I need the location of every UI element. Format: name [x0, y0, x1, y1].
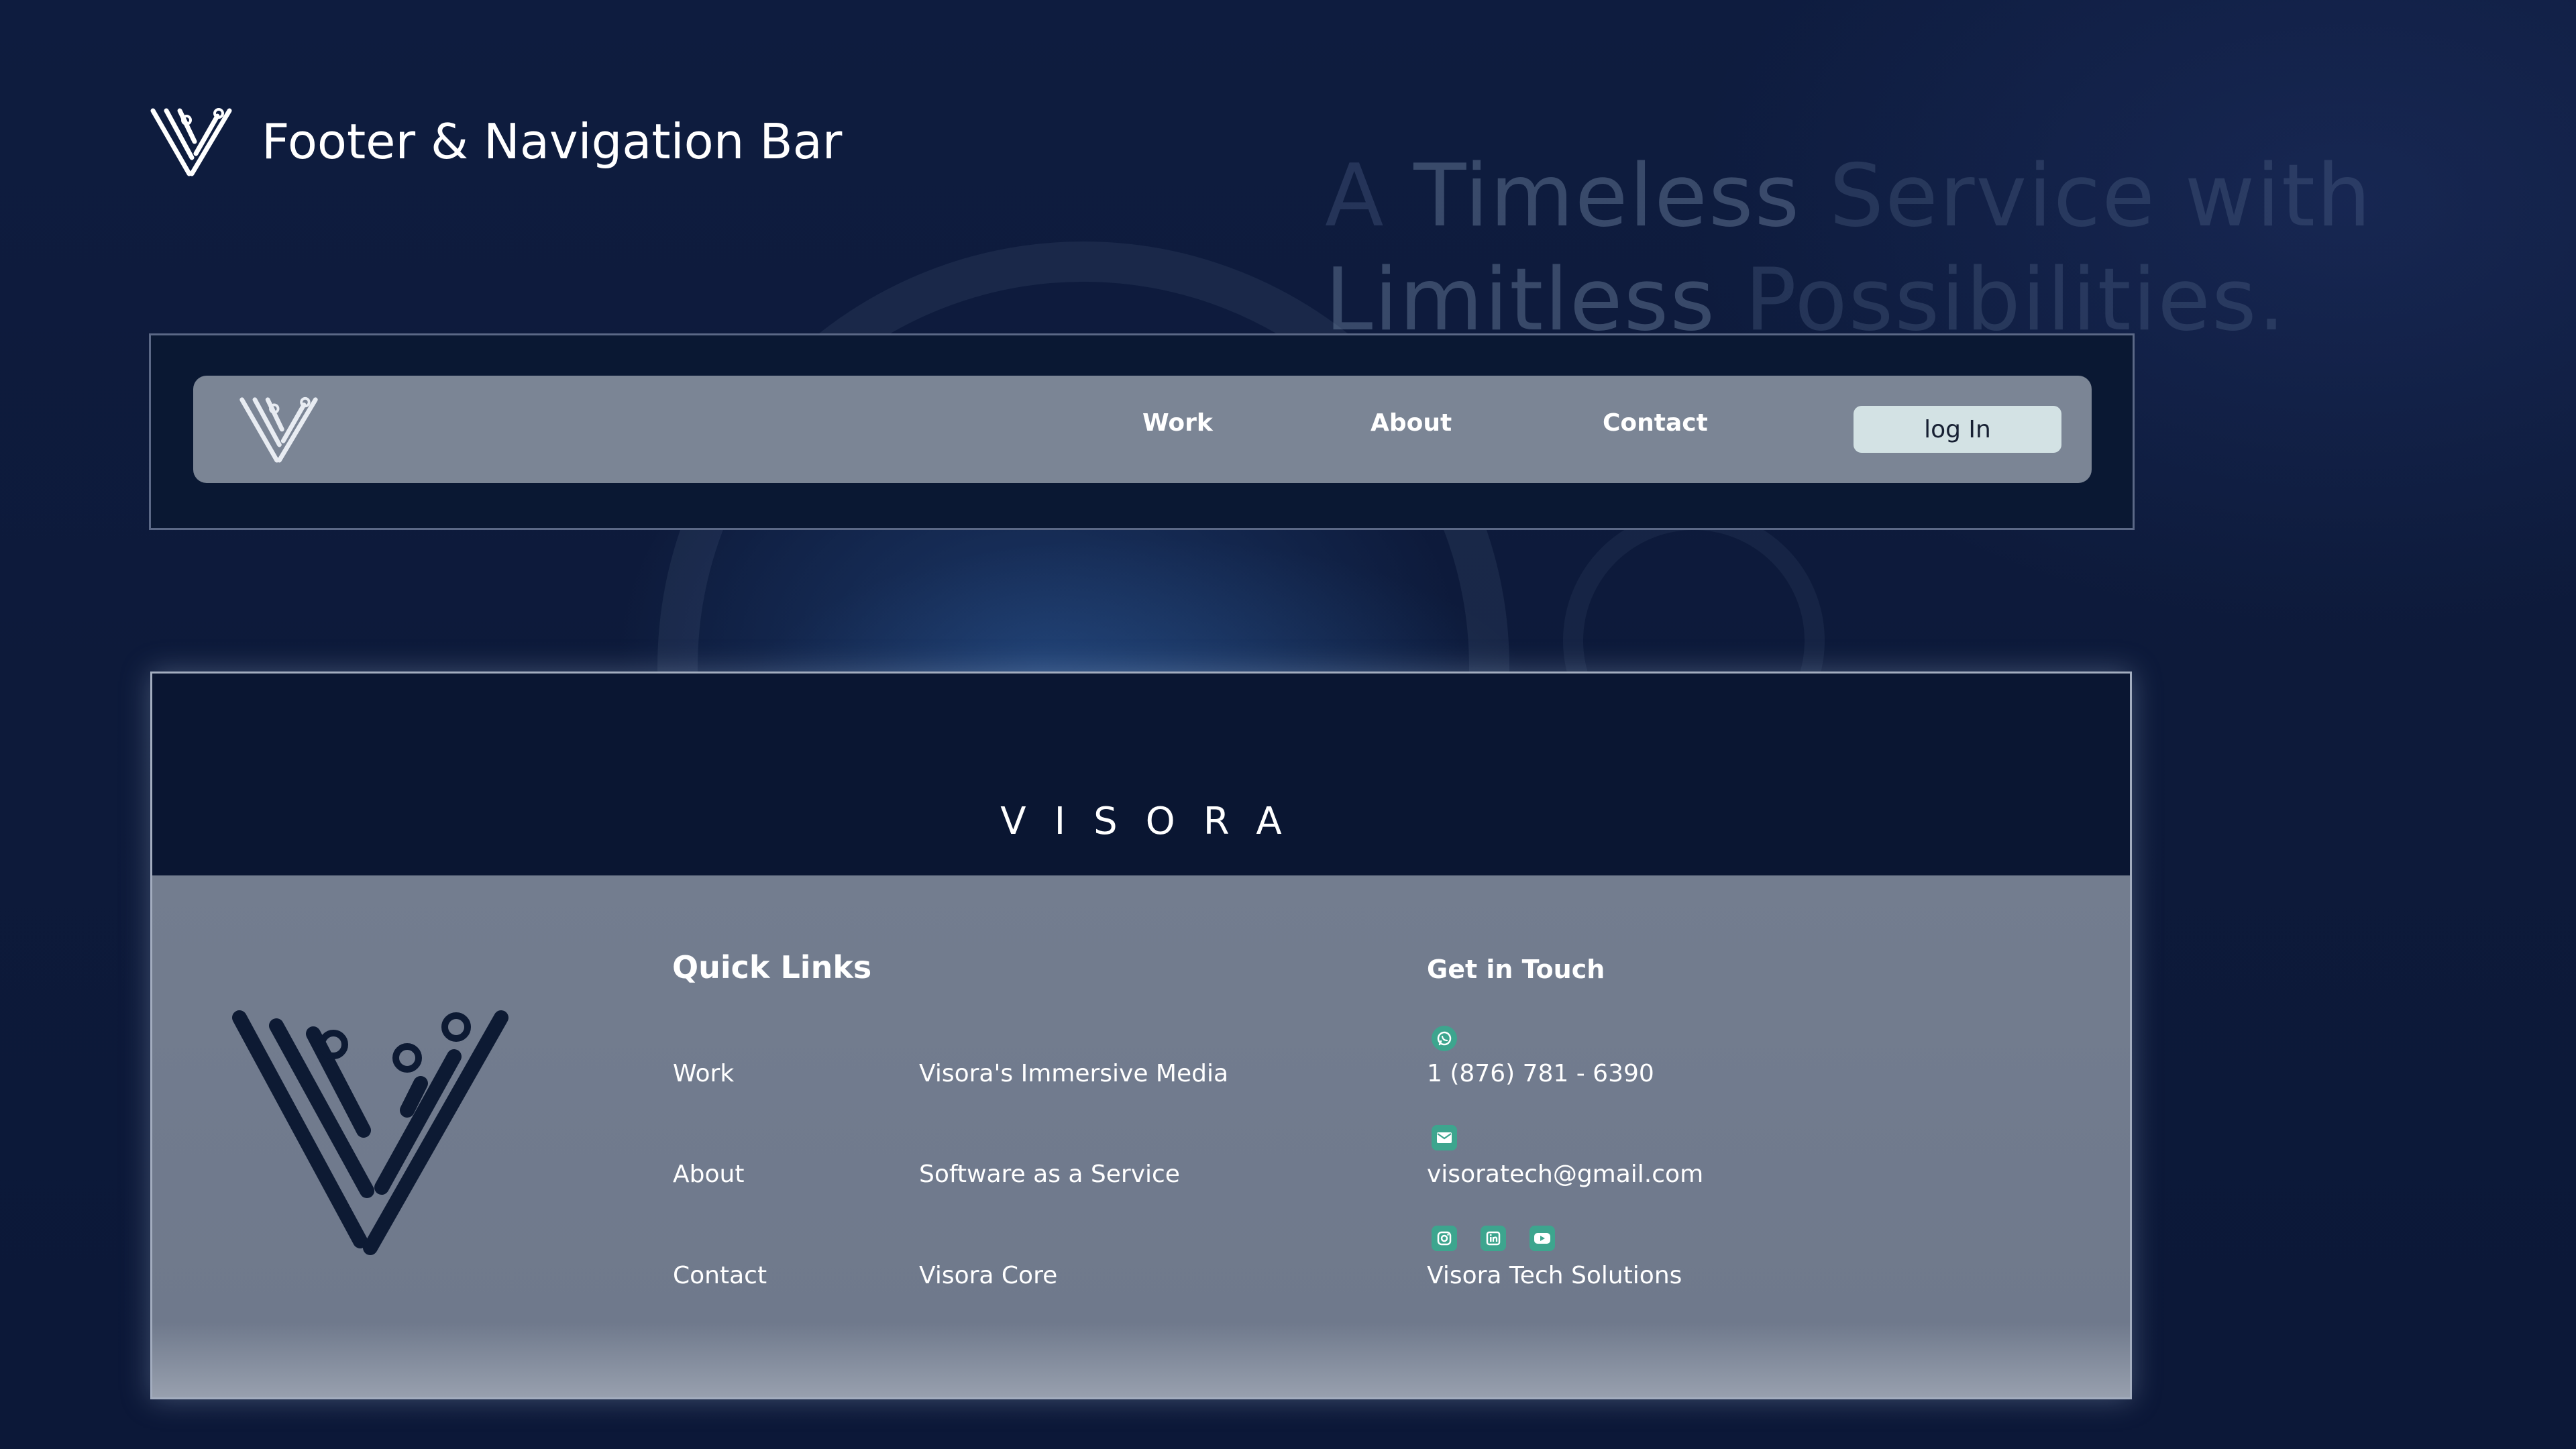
navbar-preview: Work About Contact log In: [149, 333, 2135, 530]
footer-logo-icon: [232, 1010, 508, 1255]
visora-wordmark: VISORA: [1000, 800, 1310, 843]
nav-link-about[interactable]: About: [1371, 409, 1452, 437]
footer-body: Quick Links Work About Contact Visora's …: [152, 875, 2130, 1397]
footer-link-saas[interactable]: Software as a Service: [919, 1161, 1180, 1188]
login-button[interactable]: log In: [1854, 406, 2061, 453]
navbar-logo-icon[interactable]: [237, 392, 321, 466]
page-title: Footer & Navigation Bar: [262, 113, 843, 170]
navigation-bar: Work About Contact log In: [193, 376, 2092, 483]
get-in-touch-heading: Get in Touch: [1427, 955, 1605, 984]
background-tagline: A Timeless Service with Limitless Possib…: [1325, 146, 2373, 350]
footer-link-contact[interactable]: Contact: [673, 1262, 767, 1289]
linkedin-icon[interactable]: [1481, 1226, 1506, 1251]
youtube-icon[interactable]: [1529, 1226, 1555, 1251]
instagram-icon[interactable]: [1432, 1226, 1457, 1251]
footer-link-immersive-media[interactable]: Visora's Immersive Media: [919, 1060, 1228, 1087]
mail-icon[interactable]: [1432, 1125, 1457, 1150]
footer-top-band: VISORA: [152, 674, 2130, 875]
visora-logo-icon: [150, 108, 232, 176]
whatsapp-icon[interactable]: [1432, 1026, 1457, 1051]
quick-links-heading: Quick Links: [672, 949, 872, 985]
nav-link-work[interactable]: Work: [1142, 409, 1213, 437]
footer-link-visora-core[interactable]: Visora Core: [919, 1262, 1057, 1289]
footer-link-work[interactable]: Work: [673, 1060, 734, 1087]
social-handle[interactable]: Visora Tech Solutions: [1427, 1262, 1682, 1289]
footer-preview: VISORA Quick Links Work About Contact Vi…: [150, 672, 2132, 1399]
nav-link-contact[interactable]: Contact: [1603, 409, 1708, 437]
page-header: Footer & Navigation Bar: [148, 104, 842, 179]
phone-number[interactable]: 1 (876) 781 - 6390: [1427, 1060, 1654, 1087]
footer-link-about[interactable]: About: [673, 1161, 744, 1188]
email-address[interactable]: visoratech@gmail.com: [1427, 1161, 1703, 1188]
